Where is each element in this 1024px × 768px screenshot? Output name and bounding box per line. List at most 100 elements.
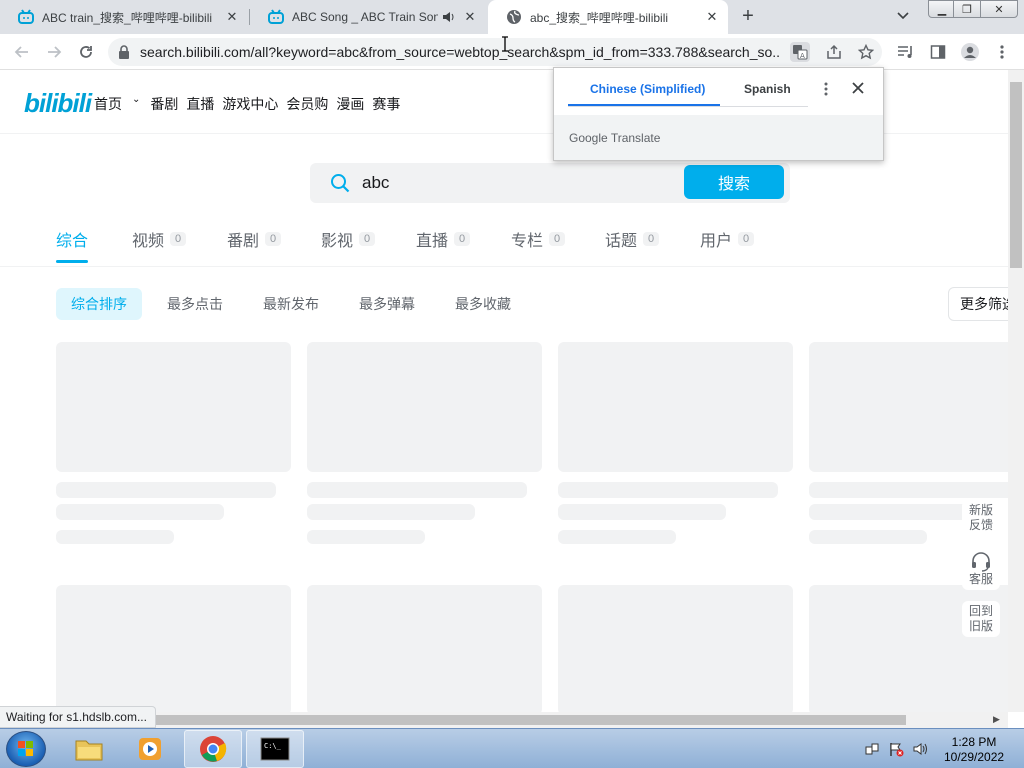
- customer-service-button[interactable]: 客服: [962, 546, 1000, 590]
- tab-title: ABC train_搜索_哔哩哔哩-bilibili: [42, 10, 213, 25]
- tab-count: 0: [359, 232, 376, 246]
- tab-label: 番剧: [227, 233, 260, 250]
- close-icon[interactable]: ✕: [462, 9, 478, 25]
- action-center-flag-icon[interactable]: [888, 741, 904, 757]
- bilibili-favicon-icon: [268, 9, 284, 25]
- address-bar[interactable]: search.bilibili.com/all?keyword=abc&from…: [108, 38, 882, 66]
- scrollbar-thumb[interactable]: [1010, 82, 1022, 268]
- nav-item-home[interactable]: 首页: [94, 94, 122, 114]
- close-window-button[interactable]: ✕: [980, 0, 1018, 18]
- tab-abc-train-search[interactable]: ABC train_搜索_哔哩哔哩-bilibili ✕: [0, 0, 248, 34]
- nav-item-live[interactable]: 直播: [186, 94, 214, 114]
- media-control-icon[interactable]: [896, 42, 916, 62]
- skeleton-line: [809, 504, 977, 520]
- bilibili-favicon-icon: [18, 9, 34, 25]
- new-version-feedback-button[interactable]: 新版 反馈: [962, 500, 1000, 536]
- bookmark-star-icon[interactable]: [856, 42, 876, 62]
- tab-abc-song[interactable]: ABC Song _ ABC Train Song ✕: [250, 0, 486, 34]
- nav-item-mall[interactable]: 会员购: [286, 94, 328, 114]
- tab-user[interactable]: 用户 0: [700, 227, 755, 251]
- more-filters-button[interactable]: 更多筛选: [948, 287, 1008, 321]
- service-label: 客服: [968, 571, 993, 586]
- tab-video[interactable]: 视频 0: [132, 227, 187, 251]
- restore-button[interactable]: ❐: [953, 0, 981, 18]
- tab-article[interactable]: 专栏 0: [511, 227, 566, 251]
- bilibili-logo[interactable]: bilibili: [24, 88, 92, 119]
- skeleton-thumbnail: [56, 585, 291, 712]
- tab-label: 影视: [321, 233, 354, 250]
- url-text[interactable]: search.bilibili.com/all?keyword=abc&from…: [140, 44, 780, 60]
- text-cursor-icon: [500, 36, 510, 57]
- page-content: bilibili 首页 ⌄ 番剧 直播 游戏中心 会员购 漫画 赛事 abc 搜…: [0, 70, 1008, 712]
- more-vertical-icon[interactable]: [824, 82, 828, 96]
- tab-label: 综合: [56, 233, 89, 250]
- translate-popup: Chinese (Simplified) Spanish Google Tran…: [553, 67, 884, 161]
- system-clock[interactable]: 1:28 PM 10/29/2022: [944, 735, 1004, 765]
- feedback-label-line1: 新版: [968, 503, 993, 517]
- back-to-old-version-button[interactable]: 回到 旧版: [962, 601, 1000, 637]
- tabs-divider: [0, 266, 1008, 267]
- tab-search-chevron-down-icon[interactable]: [896, 8, 910, 25]
- file-explorer-taskbar-button[interactable]: [60, 730, 118, 768]
- nav-item-anime[interactable]: 番剧: [150, 94, 178, 114]
- volume-icon[interactable]: [912, 741, 928, 757]
- translate-lang-spanish[interactable]: Spanish: [744, 82, 791, 96]
- back-button[interactable]: [12, 42, 32, 62]
- profile-avatar-icon[interactable]: [960, 42, 980, 62]
- nav-item-esports[interactable]: 赛事: [372, 94, 400, 114]
- translate-tabs-divider: [568, 106, 808, 107]
- new-tab-button[interactable]: +: [738, 6, 758, 27]
- skeleton-thumbnail: [558, 585, 793, 712]
- tab-title: abc_搜索_哔哩哔哩-bilibili: [530, 10, 669, 25]
- tab-label: 专栏: [511, 233, 544, 250]
- media-player-taskbar-button[interactable]: [122, 730, 180, 768]
- forward-button[interactable]: [44, 42, 64, 62]
- tab-label: 视频: [132, 233, 165, 250]
- nav-item-game-center[interactable]: 游戏中心: [222, 94, 278, 114]
- search-button[interactable]: 搜索: [684, 165, 784, 199]
- scroll-right-icon[interactable]: ▶: [993, 714, 1000, 725]
- translate-lang-chinese[interactable]: Chinese (Simplified): [590, 82, 705, 96]
- lock-icon[interactable]: [118, 45, 132, 59]
- reload-button[interactable]: [76, 42, 96, 62]
- close-icon[interactable]: ✕: [224, 9, 240, 25]
- network-icon[interactable]: [864, 741, 880, 757]
- side-panel-icon[interactable]: [928, 42, 948, 62]
- sort-most-favorites[interactable]: 最多收藏: [440, 288, 526, 320]
- skeleton-line: [809, 482, 1008, 498]
- close-icon[interactable]: ✕: [704, 9, 720, 25]
- tab-strip: ABC train_搜索_哔哩哔哩-bilibili ✕ ABC Song _ …: [0, 0, 1024, 34]
- close-icon[interactable]: [852, 82, 864, 94]
- chevron-down-icon[interactable]: ⌄: [132, 94, 140, 114]
- sort-most-played[interactable]: 最多点击: [152, 288, 238, 320]
- tab-all[interactable]: 综合: [56, 227, 88, 251]
- sort-most-danmaku[interactable]: 最多弹幕: [344, 288, 430, 320]
- skeleton-line: [56, 482, 276, 498]
- tab-film[interactable]: 影视 0: [321, 227, 376, 251]
- tab-abc-search[interactable]: abc_搜索_哔哩哔哩-bilibili ✕: [488, 0, 728, 34]
- share-icon[interactable]: [824, 42, 844, 62]
- audio-playing-icon[interactable]: [442, 10, 456, 24]
- skeleton-thumbnail: [558, 342, 793, 472]
- translate-icon[interactable]: A: [790, 42, 810, 62]
- skeleton-line: [56, 504, 224, 520]
- sort-options: 综合排序 最多点击 最新发布 最多弹幕 最多收藏: [56, 288, 1008, 320]
- tab-live[interactable]: 直播 0: [416, 227, 471, 251]
- headset-icon: [970, 550, 992, 572]
- vertical-scrollbar[interactable]: [1008, 70, 1024, 712]
- sort-newest[interactable]: 最新发布: [248, 288, 334, 320]
- tab-count: 0: [738, 232, 755, 246]
- more-options-icon[interactable]: [992, 42, 1012, 62]
- nav-item-manga[interactable]: 漫画: [336, 94, 364, 114]
- sort-comprehensive[interactable]: 综合排序: [56, 288, 142, 320]
- minimize-button[interactable]: ▁: [928, 0, 956, 18]
- start-button[interactable]: [6, 731, 46, 767]
- tab-topic[interactable]: 话题 0: [605, 227, 660, 251]
- command-prompt-taskbar-button[interactable]: C:\_: [246, 730, 304, 768]
- skeleton-line: [307, 530, 425, 544]
- tab-bangumi[interactable]: 番剧 0: [227, 227, 282, 251]
- search-value[interactable]: abc: [362, 173, 389, 193]
- skeleton-line: [307, 482, 527, 498]
- chrome-taskbar-button[interactable]: [184, 730, 242, 768]
- skeleton-line: [558, 530, 676, 544]
